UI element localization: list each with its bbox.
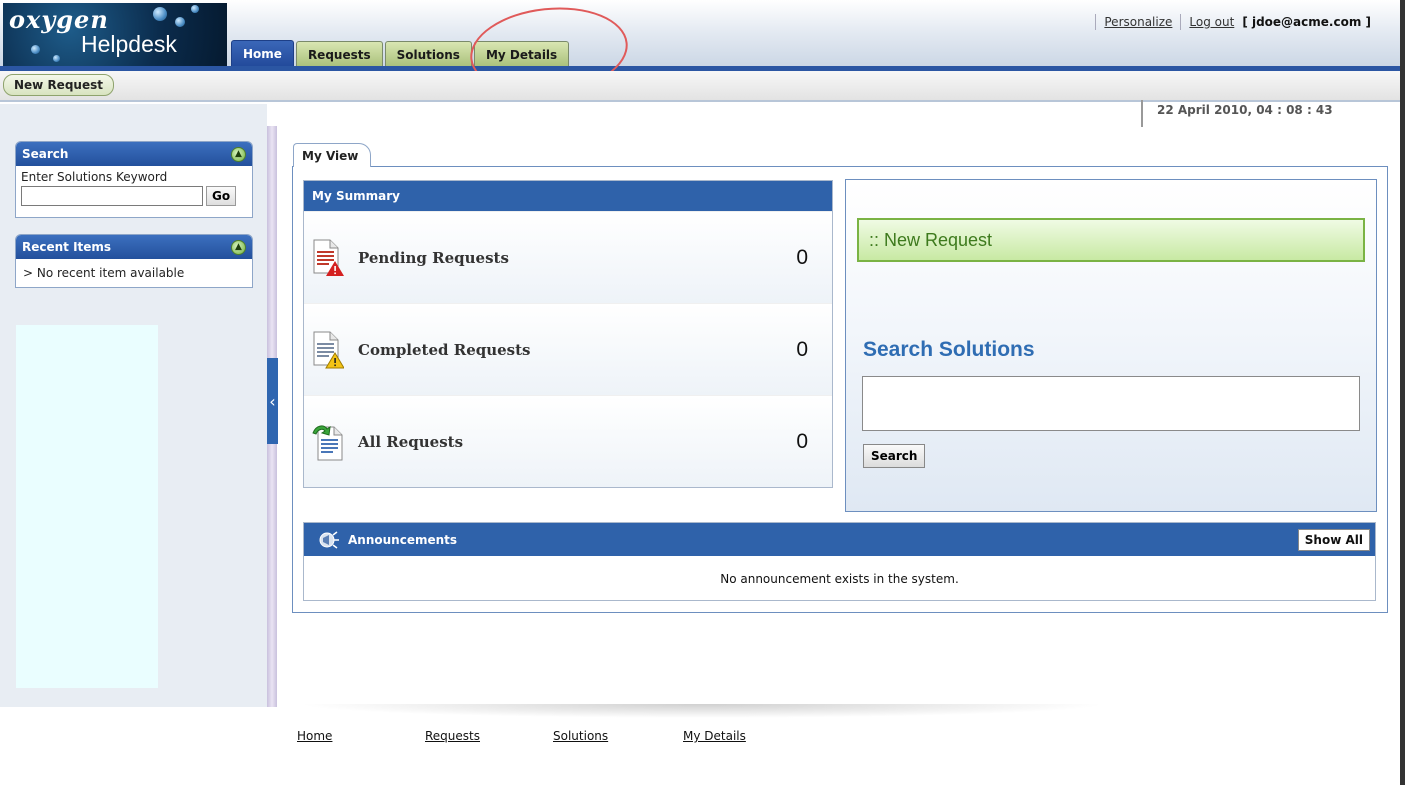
summary-row-completed[interactable]: Completed Requests 0 <box>304 303 832 395</box>
announcements-empty: No announcement exists in the system. <box>720 571 959 586</box>
search-solutions-input[interactable] <box>862 376 1360 431</box>
logo-bubble-icon <box>153 7 167 21</box>
all-requests-icon <box>312 423 344 461</box>
summary-row-pending[interactable]: Pending Requests 0 <box>304 211 832 303</box>
recent-items-empty: > No recent item available <box>23 266 185 280</box>
footer-link-solutions[interactable]: Solutions <box>553 729 608 743</box>
link-divider <box>1180 14 1182 30</box>
logo-bubble-icon <box>31 45 40 54</box>
tab-solutions[interactable]: Solutions <box>384 41 472 67</box>
my-summary-title: My Summary <box>304 181 832 211</box>
recent-items-body: > No recent item available <box>16 259 252 288</box>
keyword-label: Enter Solutions Keyword <box>21 170 168 184</box>
announcements-title: Announcements <box>348 532 458 547</box>
tab-my-view[interactable]: My View <box>293 143 372 167</box>
announcements-panel: Announcements Show All No announcement e… <box>303 522 1376 601</box>
new-request-button[interactable]: New Request <box>3 74 114 96</box>
summary-row-all[interactable]: All Requests 0 <box>304 395 832 487</box>
current-datetime: 22 April 2010, 04 : 08 : 43 <box>1141 100 1333 127</box>
summary-row-label: Pending Requests <box>358 248 509 267</box>
search-box: Search ▲ Enter Solutions Keyword Go <box>15 141 253 218</box>
footer-divider <box>297 704 1107 718</box>
recent-items-title: Recent Items <box>22 240 112 254</box>
recent-items-box: Recent Items ▲ > No recent item availabl… <box>15 234 253 288</box>
completed-request-icon <box>312 331 345 369</box>
app-header: oxygen Helpdesk Home Requests Solutions … <box>0 0 1405 70</box>
sidebar-blank-panel <box>16 325 158 688</box>
personalize-link[interactable]: Personalize <box>1104 15 1172 29</box>
window-edge <box>1400 0 1405 785</box>
action-toolbar: New Request <box>0 71 1405 102</box>
footer-link-home[interactable]: Home <box>297 729 332 743</box>
user-links: Personalize Log out [ jdoe@acme.com ] <box>1087 14 1371 30</box>
search-box-title: Search <box>22 147 69 161</box>
my-summary-panel: My Summary Pending Requests 0 Completed … <box>303 180 833 488</box>
quick-actions-panel: :: New Request Search Solutions Search <box>845 179 1377 512</box>
search-box-body: Enter Solutions Keyword Go <box>16 166 252 211</box>
logo-bubble-icon <box>175 17 185 27</box>
summary-row-count: 0 <box>796 337 808 361</box>
logo-product-text: Helpdesk <box>81 31 177 57</box>
pending-request-icon <box>312 239 344 277</box>
logout-link[interactable]: Log out <box>1189 15 1234 29</box>
summary-row-label: Completed Requests <box>358 340 531 359</box>
link-divider <box>1095 14 1097 30</box>
keyword-row: Go <box>21 186 247 206</box>
recent-items-header: Recent Items ▲ <box>16 235 252 259</box>
summary-row-label: All Requests <box>358 432 464 451</box>
announcements-header: Announcements Show All <box>304 523 1375 556</box>
footer-link-my-details[interactable]: My Details <box>683 729 746 743</box>
tab-requests[interactable]: Requests <box>295 41 383 67</box>
logo-bubble-icon <box>191 5 199 13</box>
go-button[interactable]: Go <box>206 186 237 206</box>
logo-brand-text: oxygen <box>9 5 109 34</box>
current-user-label: [ jdoe@acme.com ] <box>1242 15 1371 29</box>
summary-row-count: 0 <box>796 429 808 453</box>
logo-bubble-icon <box>53 55 60 62</box>
summary-row-count: 0 <box>796 245 808 269</box>
footer-link-requests[interactable]: Requests <box>425 729 480 743</box>
helpdesk-logo[interactable]: oxygen Helpdesk <box>3 3 227 66</box>
new-request-banner-button[interactable]: :: New Request <box>857 218 1365 262</box>
keyword-search-input[interactable] <box>21 186 203 206</box>
search-solutions-title: Search Solutions <box>863 338 1035 361</box>
announcement-megaphone-icon <box>318 529 340 551</box>
show-all-button[interactable]: Show All <box>1297 529 1370 551</box>
collapse-sidebar-chevron-icon[interactable]: ‹ <box>267 358 278 444</box>
tab-home[interactable]: Home <box>231 40 294 67</box>
collapse-icon[interactable]: ▲ <box>231 146 246 162</box>
collapse-icon[interactable]: ▲ <box>231 239 246 255</box>
search-box-header: Search ▲ <box>16 142 252 166</box>
search-solutions-button[interactable]: Search <box>863 444 926 468</box>
